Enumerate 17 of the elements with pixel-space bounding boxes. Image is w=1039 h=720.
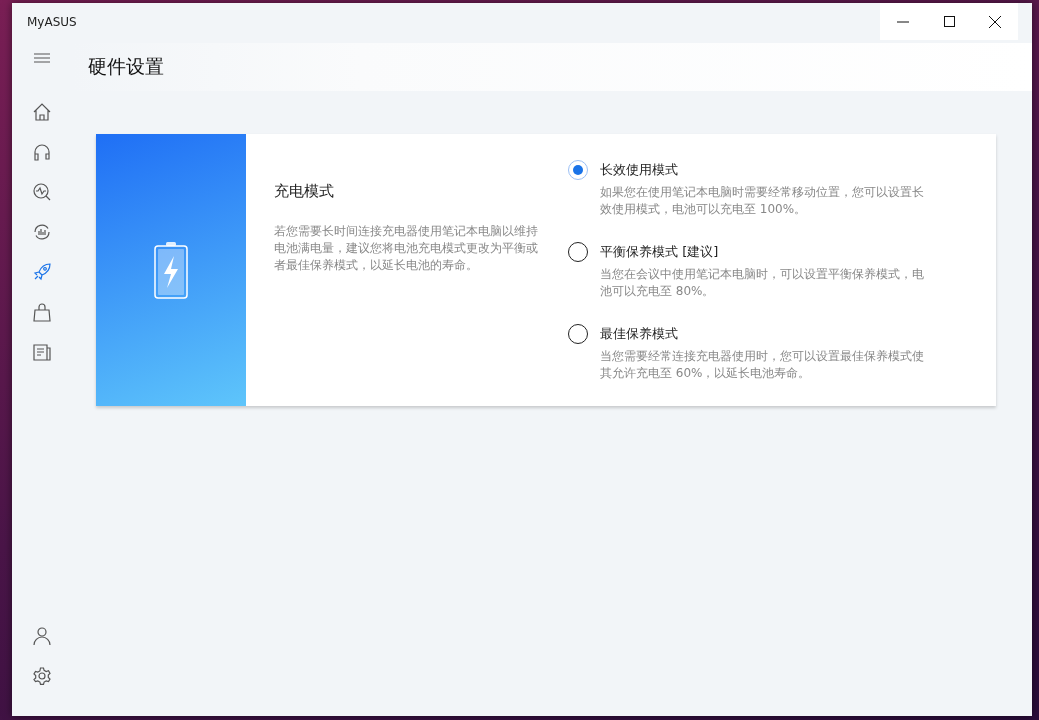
- minimize-icon: [897, 20, 909, 23]
- option-description: 如果您在使用笔记本电脑时需要经常移动位置，您可以设置长效使用模式，电池可以充电至 100%。: [600, 184, 925, 218]
- page-title: 硬件设置: [88, 54, 164, 79]
- option-description: 当您需要经常连接充电器使用时，您可以设置最佳保养模式使其允许充电至 60%，以延长电池寿命。: [600, 348, 925, 382]
- card-title: 充电模式: [274, 182, 335, 201]
- maximize-icon: [943, 16, 955, 27]
- card-description: 若您需要长时间连接充电器使用笔记本电脑以维持电池满电量，建议您将电池充电模式更改为平衡或者最佳保养模式，以延长电池的寿命。: [274, 223, 539, 274]
- radio-button[interactable]: [568, 242, 588, 262]
- radio-button[interactable]: [568, 160, 588, 180]
- close-icon: [989, 15, 1001, 28]
- option-description: 当您在会议中使用笔记本电脑时，可以设置平衡保养模式，电池可以充电至 80%。: [600, 266, 925, 300]
- radio-button[interactable]: [568, 324, 588, 344]
- option-label: 最佳保养模式: [600, 325, 679, 343]
- option-label: 平衡保养模式 [建议]: [600, 243, 720, 261]
- battery-charging-icon: [153, 241, 189, 299]
- window-title: MyASUS: [26, 14, 78, 29]
- option-label: 长效使用模式: [600, 161, 679, 179]
